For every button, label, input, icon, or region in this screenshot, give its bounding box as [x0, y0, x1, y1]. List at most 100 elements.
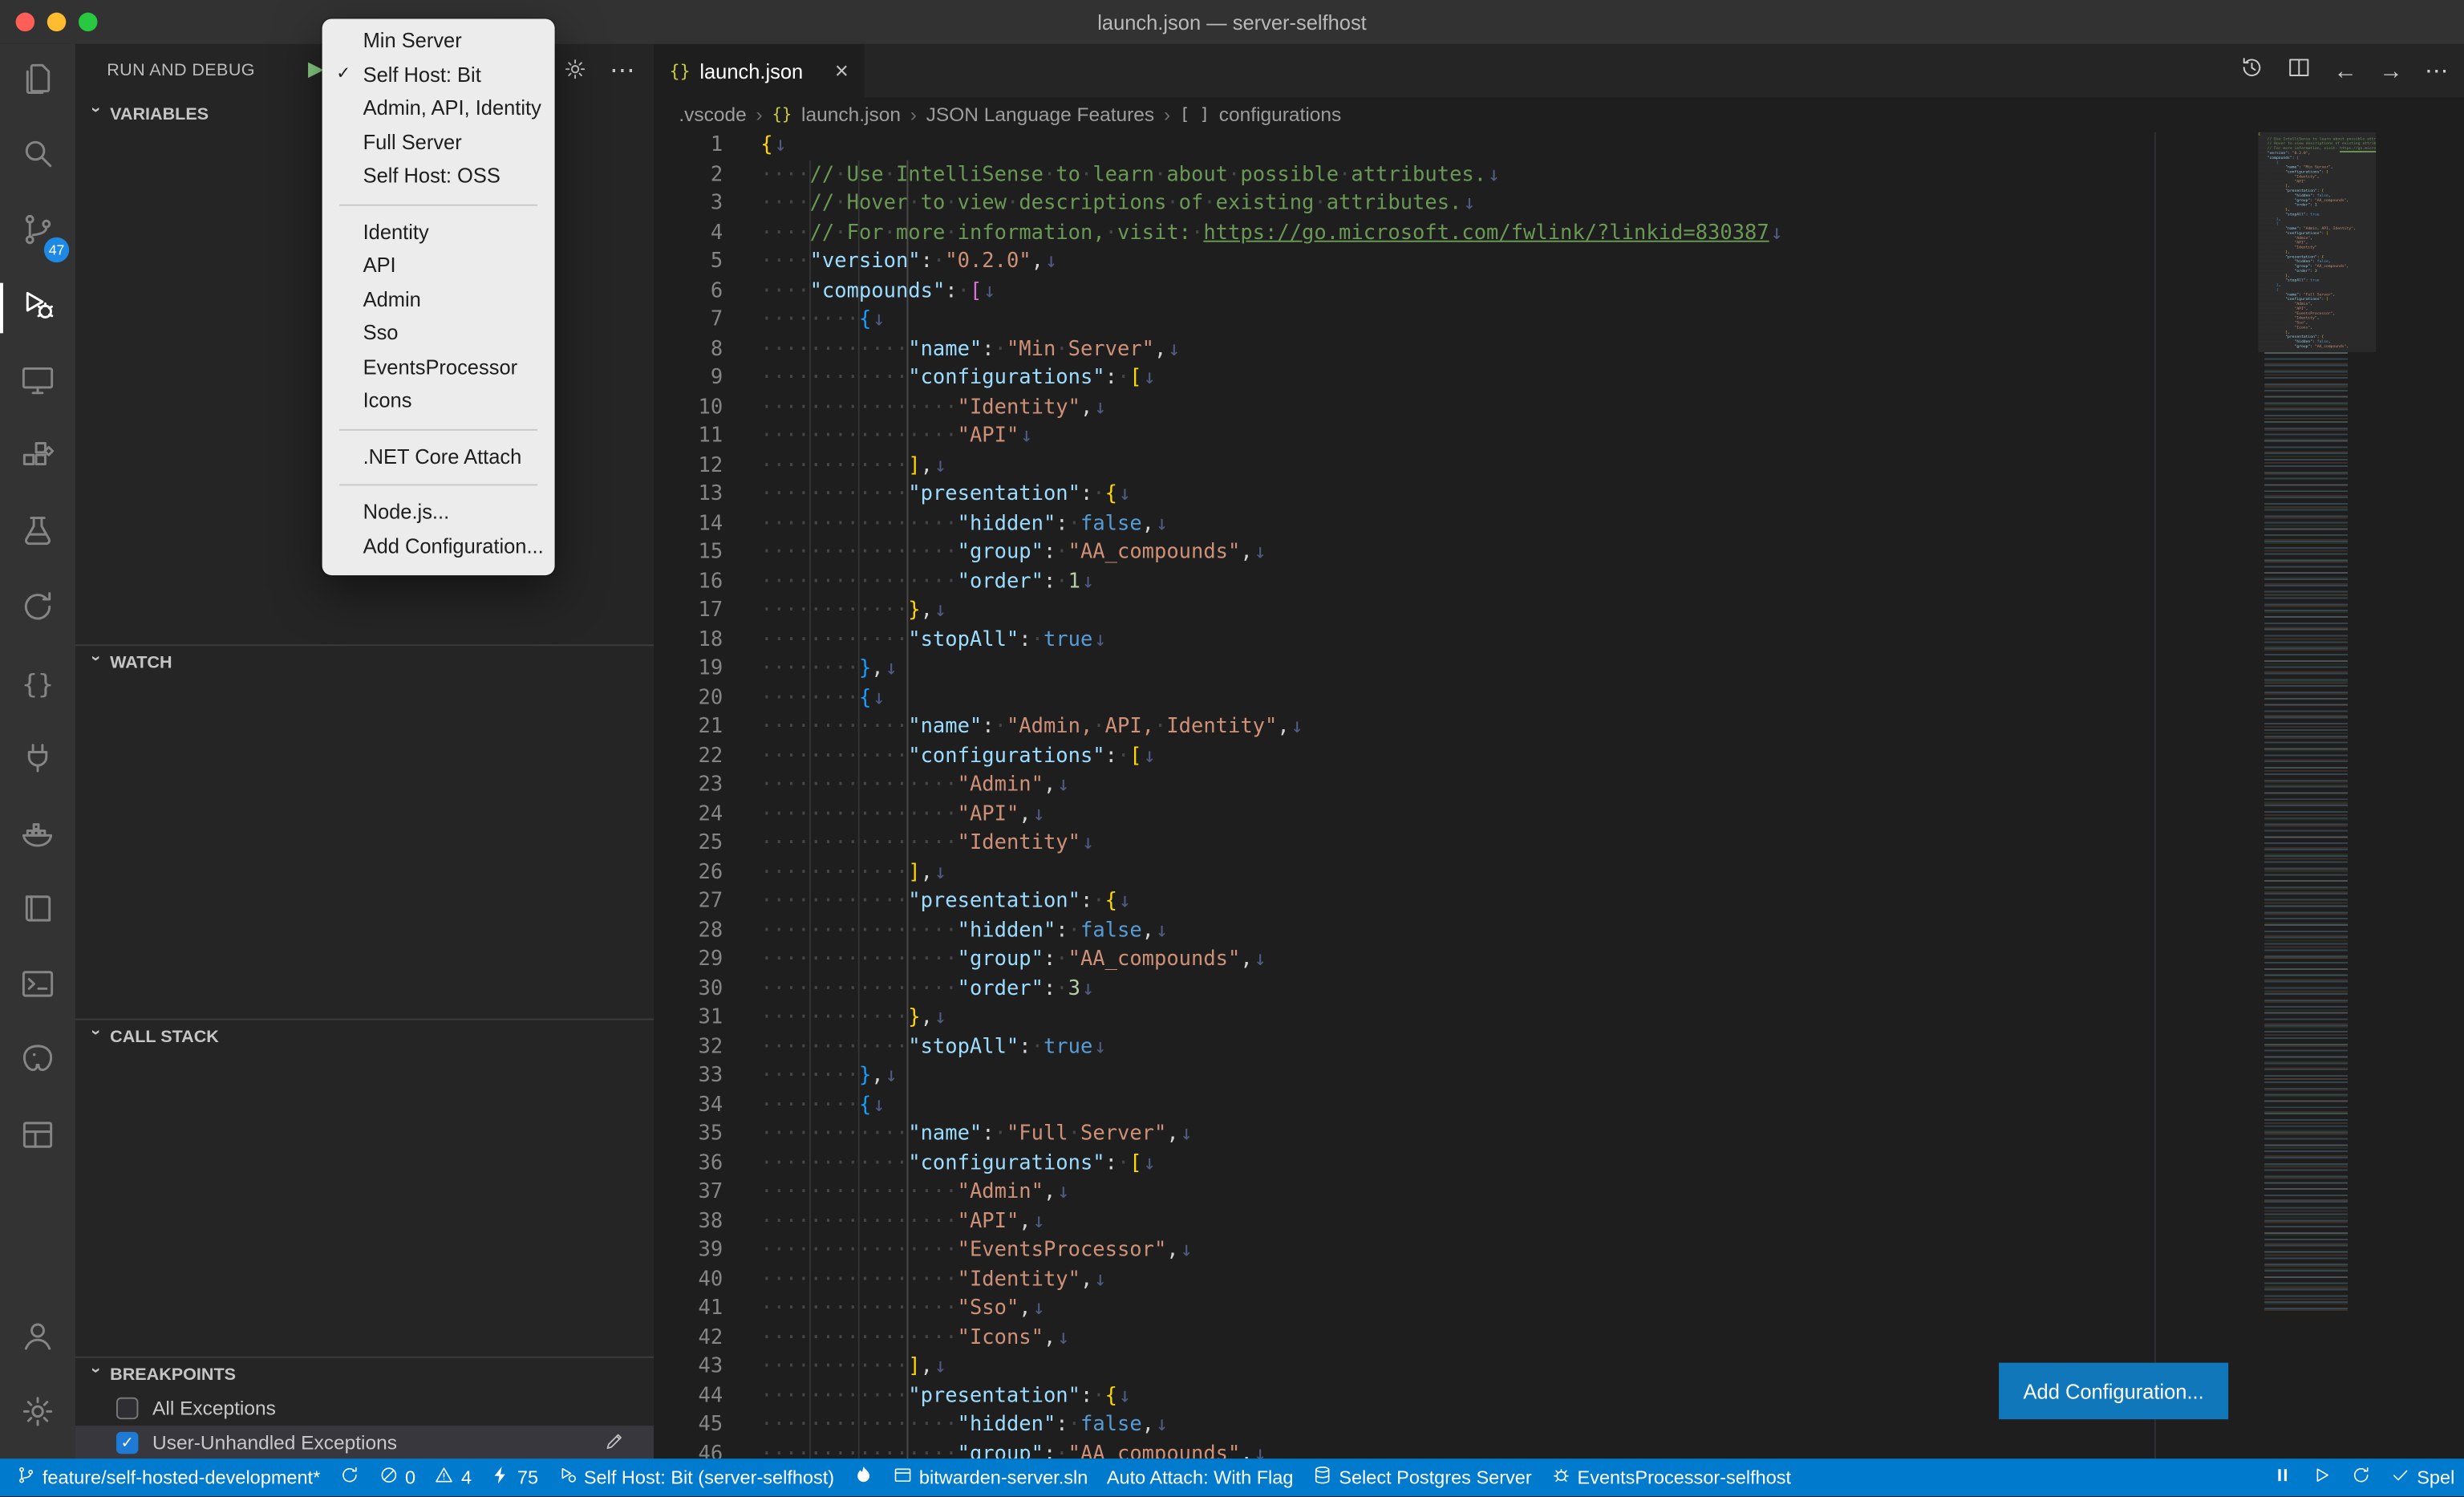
activity-item-remote-explorer[interactable] — [0, 346, 75, 421]
line-number[interactable]: 44 — [654, 1382, 723, 1411]
activity-item-remote-containers[interactable]: {} — [0, 647, 75, 723]
breadcrumb-item[interactable]: configurations — [1219, 103, 1341, 125]
tab-launch-json[interactable]: {} launch.json × — [654, 44, 865, 98]
line-number[interactable]: 34 — [654, 1092, 723, 1121]
code-line[interactable]: 14················"hidden":·false,↓ — [654, 510, 2233, 539]
line-number[interactable]: 40 — [654, 1266, 723, 1295]
code-line[interactable]: 31············},↓ — [654, 1004, 2233, 1033]
activity-item-notebooks[interactable] — [0, 874, 75, 949]
status-debug-continue[interactable] — [2302, 1458, 2341, 1496]
code-line[interactable]: 1{↓ — [654, 132, 2233, 161]
code-line[interactable]: 3····//·Hover·to·view·descriptions·of·ex… — [654, 190, 2233, 219]
line-number[interactable]: 2 — [654, 161, 723, 190]
code-line[interactable]: 44············"presentation":·{↓ — [654, 1382, 2233, 1411]
code-line[interactable]: 5····"version":·"0.2.0",↓ — [654, 249, 2233, 278]
breadcrumb-item[interactable]: launch.json — [801, 103, 901, 125]
code-line[interactable]: 8············"name":·"Min·Server",↓ — [654, 335, 2233, 364]
close-tab-icon[interactable]: × — [835, 58, 849, 84]
menu-item[interactable]: Icons — [322, 383, 555, 417]
code-line[interactable]: 13············"presentation":·{↓ — [654, 481, 2233, 510]
code-line[interactable]: 20········{↓ — [654, 684, 2233, 713]
status-sync-status[interactable] — [2341, 1458, 2381, 1496]
status-auto-attach[interactable]: Auto Attach: With Flag — [1097, 1458, 1303, 1496]
line-number[interactable]: 43 — [654, 1353, 723, 1382]
status-solution[interactable]: bitwarden-server.sln — [883, 1458, 1097, 1496]
code-line[interactable]: 43············],↓ — [654, 1353, 2233, 1382]
line-number[interactable]: 8 — [654, 335, 723, 364]
menu-item[interactable]: Admin — [322, 282, 555, 316]
line-number[interactable]: 29 — [654, 946, 723, 975]
section-watch[interactable]: › WATCH — [75, 644, 654, 679]
activity-item-postgres[interactable] — [0, 1024, 75, 1100]
code-line[interactable]: 23················"Admin",↓ — [654, 772, 2233, 801]
more-actions-icon[interactable]: ⋯ — [2425, 57, 2448, 85]
activity-item-sync-view[interactable] — [0, 572, 75, 647]
code-line[interactable]: 2····//·Use·IntelliSense·to·learn·about·… — [654, 161, 2233, 190]
status-spell-checker[interactable]: Spell — [2381, 1458, 2464, 1496]
checkbox[interactable]: ✓ — [116, 1432, 138, 1454]
line-number[interactable]: 13 — [654, 481, 723, 510]
menu-item[interactable]: Sso — [322, 316, 555, 350]
code-line[interactable]: 10················"Identity",↓ — [654, 394, 2233, 423]
code-line[interactable]: 34········{↓ — [654, 1092, 2233, 1121]
line-number[interactable]: 17 — [654, 597, 723, 626]
breakpoint-row[interactable]: ✓User-Unhandled Exceptions — [75, 1426, 654, 1460]
status-branch[interactable]: feature/self-hosted-development* — [6, 1458, 330, 1496]
menu-item[interactable]: Node.js... — [322, 495, 555, 529]
line-number[interactable]: 15 — [654, 539, 723, 568]
line-number[interactable]: 36 — [654, 1150, 723, 1179]
breakpoint-row[interactable]: All Exceptions — [75, 1391, 654, 1426]
code-line[interactable]: 41················"Sso",↓ — [654, 1295, 2233, 1324]
activity-item-power-tools[interactable] — [0, 723, 75, 798]
breadcrumb-item[interactable]: .vscode — [679, 103, 746, 125]
activity-item-accounts[interactable] — [0, 1301, 75, 1377]
line-number[interactable]: 21 — [654, 713, 723, 742]
line-number[interactable]: 41 — [654, 1295, 723, 1324]
code-line[interactable]: 19········},↓ — [654, 655, 2233, 684]
code-line[interactable]: 21············"name":·"Admin,·API,·Ident… — [654, 713, 2233, 742]
activity-item-explorer[interactable] — [0, 44, 75, 120]
timeline-icon[interactable] — [2239, 55, 2264, 87]
activity-item-source-control[interactable]: 47 — [0, 195, 75, 270]
line-number[interactable]: 38 — [654, 1208, 723, 1237]
code-line[interactable]: 35············"name":·"Full·Server",↓ — [654, 1121, 2233, 1150]
status-debug-config[interactable]: Self Host: Bit (server-selfhost) — [548, 1458, 844, 1496]
line-number[interactable]: 24 — [654, 801, 723, 830]
maximize-window-button[interactable] — [79, 13, 98, 32]
line-number[interactable]: 5 — [654, 249, 723, 278]
line-number[interactable]: 6 — [654, 278, 723, 306]
code-line[interactable]: 22············"configurations":·[↓ — [654, 743, 2233, 772]
line-number[interactable]: 26 — [654, 859, 723, 888]
line-number[interactable]: 10 — [654, 394, 723, 423]
checkbox[interactable] — [116, 1398, 138, 1419]
menu-item[interactable]: Identity — [322, 214, 555, 248]
status-warnings[interactable]: 4 — [425, 1458, 481, 1496]
minimap-slider[interactable] — [2258, 132, 2376, 352]
line-number[interactable]: 19 — [654, 655, 723, 684]
minimize-window-button[interactable] — [47, 13, 67, 32]
line-number[interactable]: 3 — [654, 190, 723, 219]
code-line[interactable]: 33········},↓ — [654, 1062, 2233, 1091]
code-line[interactable]: 28················"hidden":·false,↓ — [654, 917, 2233, 946]
status-errors[interactable]: 0 — [369, 1458, 425, 1496]
line-number[interactable]: 28 — [654, 917, 723, 946]
split-editor-icon[interactable] — [2287, 55, 2312, 87]
line-number[interactable]: 9 — [654, 365, 723, 394]
activity-item-extensions[interactable] — [0, 421, 75, 497]
line-number[interactable]: 25 — [654, 830, 723, 858]
line-number[interactable]: 31 — [654, 1004, 723, 1033]
code-line[interactable]: 39················"EventsProcessor",↓ — [654, 1237, 2233, 1266]
line-number[interactable]: 35 — [654, 1121, 723, 1150]
code-line[interactable]: 26············],↓ — [654, 859, 2233, 888]
section-call-stack[interactable]: › CALL STACK — [75, 1019, 654, 1053]
menu-item[interactable]: EventsProcessor — [322, 350, 555, 383]
status-zap-count[interactable]: 75 — [481, 1458, 548, 1496]
code-line[interactable]: 36············"configurations":·[↓ — [654, 1150, 2233, 1179]
line-number[interactable]: 1 — [654, 132, 723, 161]
line-number[interactable]: 11 — [654, 423, 723, 452]
menu-item[interactable]: ✓Self Host: Bit — [322, 58, 555, 91]
line-number[interactable]: 39 — [654, 1237, 723, 1266]
section-breakpoints[interactable]: › BREAKPOINTS — [75, 1357, 654, 1391]
code-line[interactable]: 29················"group":·"AA_compounds… — [654, 946, 2233, 975]
line-number[interactable]: 18 — [654, 627, 723, 655]
